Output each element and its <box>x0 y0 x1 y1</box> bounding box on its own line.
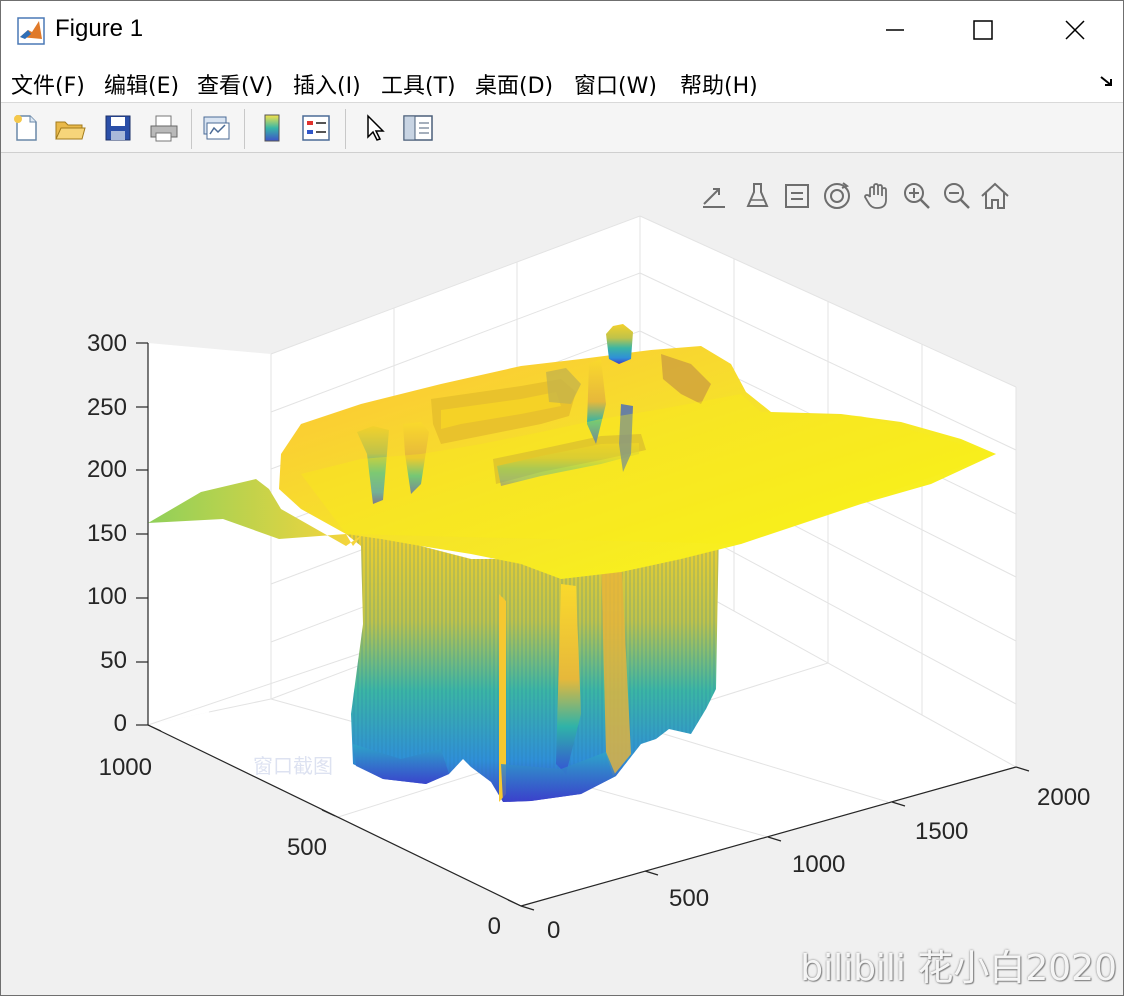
zoom-in-button[interactable] <box>899 178 935 214</box>
title-bar[interactable]: Figure 1 <box>1 1 1123 59</box>
menu-view[interactable]: 查看(V) <box>197 68 273 100</box>
x-tick-label: 0 <box>547 917 560 944</box>
toolbar-separator <box>191 109 192 149</box>
zoom-in-icon <box>904 183 930 209</box>
figure-toolbar <box>1 103 1123 153</box>
z-tick-label: 100 <box>87 583 127 610</box>
z-tick-label: 200 <box>87 456 127 483</box>
z-tick-label: 0 <box>114 710 127 737</box>
z-tick-label: 250 <box>87 394 127 421</box>
pointer-button[interactable] <box>357 111 391 145</box>
dock-arrow-icon[interactable] <box>1097 71 1117 91</box>
minimize-icon <box>886 29 904 31</box>
close-button[interactable] <box>1029 1 1121 59</box>
property-inspector-icon <box>403 115 433 141</box>
export-icon <box>703 188 725 208</box>
pointer-icon <box>367 114 385 141</box>
toolbar-separator <box>244 109 245 149</box>
colorbar-button[interactable] <box>255 111 289 145</box>
save-icon <box>105 115 131 141</box>
menu-window[interactable]: 窗口(W) <box>574 68 657 100</box>
legend-icon <box>302 115 330 141</box>
surface-peak-cluster <box>606 324 633 364</box>
menu-desktop[interactable]: 桌面(D) <box>475 68 553 100</box>
open-file-button[interactable] <box>53 111 87 145</box>
menu-file[interactable]: 文件(F) <box>11 68 85 100</box>
x-tick-label: 1000 <box>792 851 845 878</box>
maximize-icon <box>973 20 993 40</box>
property-inspector-button[interactable] <box>401 111 435 145</box>
open-file-icon <box>55 121 86 140</box>
x-tick-label: 2000 <box>1037 784 1090 811</box>
back-wall-left <box>148 343 271 725</box>
colorbar-icon <box>264 114 280 142</box>
z-tick-label: 300 <box>87 330 127 357</box>
z-tick-label: 150 <box>87 520 127 547</box>
rotate-3d-button[interactable] <box>819 178 855 214</box>
print-icon <box>150 115 178 142</box>
new-figure-button[interactable] <box>9 111 43 145</box>
figure-window: Figure 1 文件(F) 编辑(E) 查看(V) 插入(I) 工具(T) 桌… <box>0 0 1124 996</box>
y-tick-label: 0 <box>488 913 501 940</box>
maximize-button[interactable] <box>937 1 1029 59</box>
home-button[interactable] <box>977 178 1013 214</box>
x-tick-label: 500 <box>669 885 709 912</box>
matlab-logo-icon <box>17 17 45 45</box>
window-title: Figure 1 <box>55 15 144 42</box>
menu-help[interactable]: 帮助(H) <box>680 68 758 100</box>
menu-bar: 文件(F) 编辑(E) 查看(V) 插入(I) 工具(T) 桌面(D) 窗口(W… <box>1 59 1123 103</box>
rotate-3d-icon <box>824 182 850 209</box>
watermark: bilibili 花小白2020 <box>800 948 1117 989</box>
menu-edit[interactable]: 编辑(E) <box>104 68 179 100</box>
screenshot-overlay-label: 窗口截图 <box>253 754 333 778</box>
new-figure-icon <box>14 115 37 141</box>
pan-button[interactable] <box>859 178 895 214</box>
pan-icon <box>864 183 887 209</box>
zoom-out-button[interactable] <box>939 178 975 214</box>
toolbar-separator <box>345 109 346 149</box>
datatip-button[interactable] <box>779 178 815 214</box>
menu-insert[interactable]: 插入(I) <box>293 68 361 100</box>
brush-button[interactable] <box>739 178 775 214</box>
zoom-out-icon <box>944 183 970 209</box>
home-icon <box>981 182 1009 209</box>
link-plot-button[interactable] <box>199 111 233 145</box>
legend-button[interactable] <box>299 111 333 145</box>
print-button[interactable] <box>147 111 181 145</box>
save-button[interactable] <box>101 111 135 145</box>
x-tick-label: 1500 <box>915 818 968 845</box>
y-tick-label: 500 <box>287 834 327 861</box>
z-tick-label: 50 <box>100 647 127 674</box>
close-icon <box>1065 20 1085 40</box>
z-tick-labels: 0 50 100 150 200 250 300 <box>87 330 127 737</box>
axes-3d[interactable]: 0 50 100 150 200 250 300 0 500 1000 0 50… <box>1 154 1123 995</box>
brush-icon <box>746 183 769 207</box>
menu-tools[interactable]: 工具(T) <box>381 68 456 100</box>
figure-canvas[interactable]: 0 50 100 150 200 250 300 0 500 1000 0 50… <box>1 154 1123 995</box>
y-tick-label: 1000 <box>99 754 152 781</box>
datatip-icon <box>785 184 809 208</box>
minimize-button[interactable] <box>849 1 941 59</box>
export-button[interactable] <box>697 178 733 214</box>
link-plot-icon <box>203 116 230 140</box>
